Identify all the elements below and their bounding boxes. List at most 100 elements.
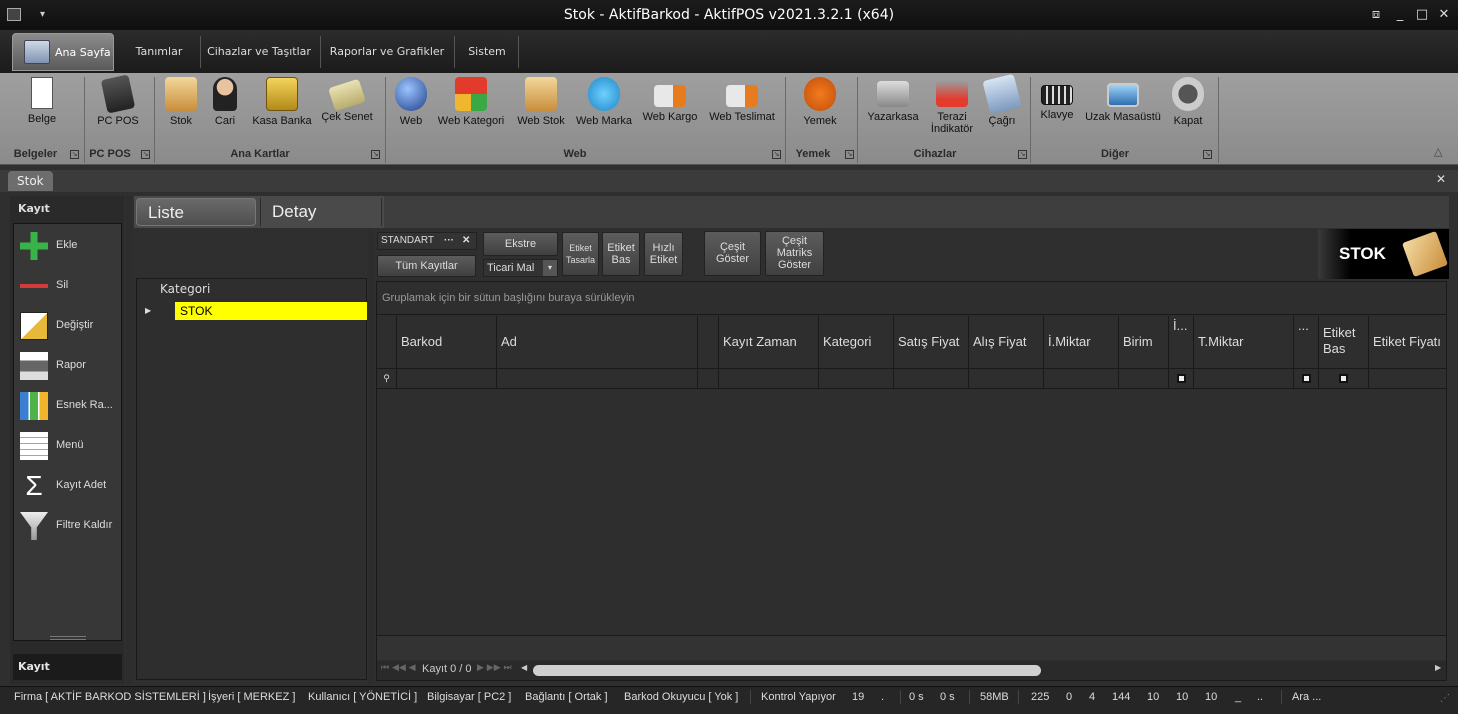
ribbon-button-cek-senet[interactable]: Çek Senet (319, 77, 375, 123)
ribbon-button-cagri[interactable]: Çağrı (982, 73, 1022, 127)
quick-access-menu-icon[interactable]: ▾ (40, 0, 45, 30)
scroll-left-icon[interactable]: ◀ (521, 663, 527, 672)
left-panel-footer[interactable]: Kayıt (13, 654, 122, 680)
cesit-goster-button[interactable]: Çeşit Göster (704, 231, 761, 276)
left-action-list: Ekle Sil Değiştir Rapor Esnek Ra... Menü… (13, 223, 122, 641)
filter-checkbox[interactable] (1339, 374, 1348, 383)
nav-first-icon[interactable]: ⏮ ◀◀ ◀ (381, 663, 416, 673)
group-launcher-icon[interactable]: ↘ (1018, 150, 1027, 159)
resize-grip-icon[interactable]: ⋰ (1440, 693, 1450, 704)
restore-icon[interactable]: ⧈ (1366, 0, 1386, 30)
collapse-ribbon-icon[interactable]: △ (1434, 145, 1442, 158)
group-launcher-icon[interactable]: ↘ (70, 150, 79, 159)
column-header-kayit-zaman[interactable]: Kayıt Zaman (719, 316, 819, 368)
column-header-i-miktar[interactable]: İ.Miktar (1044, 316, 1119, 368)
status-bilgisayar: Bilgisayar [ PC2 ] (427, 691, 512, 703)
column-header-alis-fiyat[interactable]: Alış Fiyat (969, 316, 1044, 368)
ribbon-button-web-stok[interactable]: Web Stok (514, 77, 568, 127)
tab-cihazlar-ve-tasitlar[interactable]: Cihazlar ve Taşıtlar (204, 33, 314, 71)
ekstre-button[interactable]: Ekstre (483, 232, 558, 256)
nav-last-icon[interactable]: ▶ ▶▶ ⏭ (477, 663, 512, 673)
splitter[interactable] (368, 228, 374, 684)
group-launcher-icon[interactable]: ↘ (845, 150, 854, 159)
ribbon-button-uzak-masaustu[interactable]: Uzak Masaüstü (1084, 77, 1162, 123)
minimize-icon[interactable]: _ (1390, 0, 1410, 30)
etiket-bas-button[interactable]: Etiket Bas (602, 232, 640, 276)
chevron-down-icon[interactable]: ▾ (543, 260, 557, 276)
view-selector[interactable]: STANDART ··· ✕ (377, 232, 477, 250)
group-launcher-icon[interactable]: ↘ (1203, 150, 1212, 159)
tab-tanimlar[interactable]: Tanımlar (125, 33, 193, 71)
category-row-stok[interactable]: STOK (175, 302, 367, 320)
close-icon[interactable]: ✕ (1434, 0, 1454, 30)
column-header-barkod[interactable]: Barkod (397, 316, 497, 368)
status-value-19: 19 (852, 691, 865, 703)
filter-checkbox[interactable] (1177, 374, 1186, 383)
ribbon-button-web-marka[interactable]: Web Marka (574, 77, 634, 127)
action-sil[interactable]: Sil (18, 268, 118, 302)
column-header-blank[interactable] (698, 316, 719, 368)
filter-checkbox[interactable] (1302, 374, 1311, 383)
all-records-button[interactable]: Tüm Kayıtlar (377, 255, 476, 277)
column-header-etiket-bas[interactable]: Etiket Bas (1319, 316, 1369, 368)
action-menu[interactable]: Menü (18, 428, 118, 462)
ribbon-button-pc-pos[interactable]: PC POS (88, 74, 148, 127)
ribbon-button-yemek[interactable]: Yemek (796, 77, 844, 127)
record-count: Kayıt 0 / 0 (422, 663, 472, 675)
ribbon-button-cari[interactable]: Cari (205, 77, 245, 127)
column-header-ad[interactable]: Ad (497, 316, 698, 368)
maximize-icon[interactable]: □ (1412, 0, 1432, 30)
close-document-icon[interactable]: ✕ (1436, 172, 1446, 186)
ribbon-button-terazi[interactable]: Terazi İndikatör (926, 77, 978, 135)
ribbon-button-web-kargo[interactable]: Web Kargo (640, 77, 700, 123)
window-title: Stok - AktifBarkod - AktifPOS v2021.3.2.… (563, 7, 895, 23)
column-header-t-miktar[interactable]: T.Miktar (1194, 316, 1294, 368)
tab-liste[interactable]: Liste (136, 198, 256, 226)
hizli-etiket-button[interactable]: Hızlı Etiket (644, 232, 683, 276)
group-launcher-icon[interactable]: ↘ (371, 150, 380, 159)
action-degistir[interactable]: Değiştir (18, 308, 118, 342)
ribbon-button-web-kategori[interactable]: Web Kategori (437, 77, 505, 127)
tab-raporlar-ve-grafikler[interactable]: Raporlar ve Grafikler (326, 33, 448, 71)
clear-view-icon[interactable]: ✕ (462, 233, 470, 249)
column-header-kategori[interactable]: Kategori (819, 316, 894, 368)
ribbon-button-klavye[interactable]: Klavye (1037, 77, 1077, 121)
action-esnek-rapor[interactable]: Esnek Ra... (18, 388, 118, 422)
tab-stok[interactable]: Stok (8, 171, 53, 191)
ribbon-button-web-teslimat[interactable]: Web Teslimat (707, 77, 777, 123)
scroll-right-icon[interactable]: ▶ (1435, 663, 1441, 672)
view-options-button[interactable]: ··· (444, 233, 454, 249)
action-kayit-adet[interactable]: Σ Kayıt Adet (18, 468, 118, 502)
column-header-i-truncated[interactable]: İ... (1169, 316, 1194, 368)
splitter[interactable] (126, 196, 132, 684)
panel-grip[interactable] (50, 636, 86, 640)
group-launcher-icon[interactable]: ↘ (772, 150, 781, 159)
ribbon-button-yazarkasa[interactable]: Yazarkasa (864, 77, 922, 123)
etiket-tasarla-button[interactable]: Etiket Tasarla (562, 232, 599, 276)
column-header-birim[interactable]: Birim (1119, 316, 1169, 368)
brand-banner: STOK (1318, 229, 1449, 279)
filter-select[interactable]: Ticari Mal ▾ (483, 259, 558, 277)
grid-footer (377, 635, 1446, 660)
ribbon-button-belge[interactable]: Belge (13, 77, 71, 125)
column-header-truncated[interactable]: ... (1294, 316, 1319, 368)
ribbon-button-web[interactable]: Web (392, 77, 430, 127)
tab-detay[interactable]: Detay (260, 198, 382, 226)
tab-sistem[interactable]: Sistem (460, 33, 514, 71)
column-header-etiket-fiyati[interactable]: Etiket Fiyatı (1369, 316, 1447, 368)
action-filtre-kaldir[interactable]: Filtre Kaldır (18, 508, 118, 542)
action-rapor[interactable]: Rapor (18, 348, 118, 382)
ribbon-button-kasa-banka[interactable]: Kasa Banka (251, 77, 313, 127)
status-search[interactable]: Ara ... (1292, 687, 1321, 707)
tab-ana-sayfa[interactable]: Ana Sayfa (12, 33, 114, 71)
delivery-truck-icon (726, 85, 758, 107)
horizontal-scrollbar[interactable] (533, 665, 1041, 676)
cesit-matriks-button[interactable]: Çeşit Matriks Göster (765, 231, 824, 276)
ribbon-button-stok[interactable]: Stok (161, 77, 201, 127)
ribbon-button-kapat[interactable]: Kapat (1168, 77, 1208, 127)
group-launcher-icon[interactable]: ↘ (141, 150, 150, 159)
column-header-satis-fiyat[interactable]: Satış Fiyat (894, 316, 969, 368)
filter-row[interactable]: ⚲ (377, 369, 1446, 389)
action-ekle[interactable]: Ekle (18, 228, 118, 262)
group-by-panel[interactable]: Gruplamak için bir sütun başlığını buray… (377, 282, 1446, 315)
